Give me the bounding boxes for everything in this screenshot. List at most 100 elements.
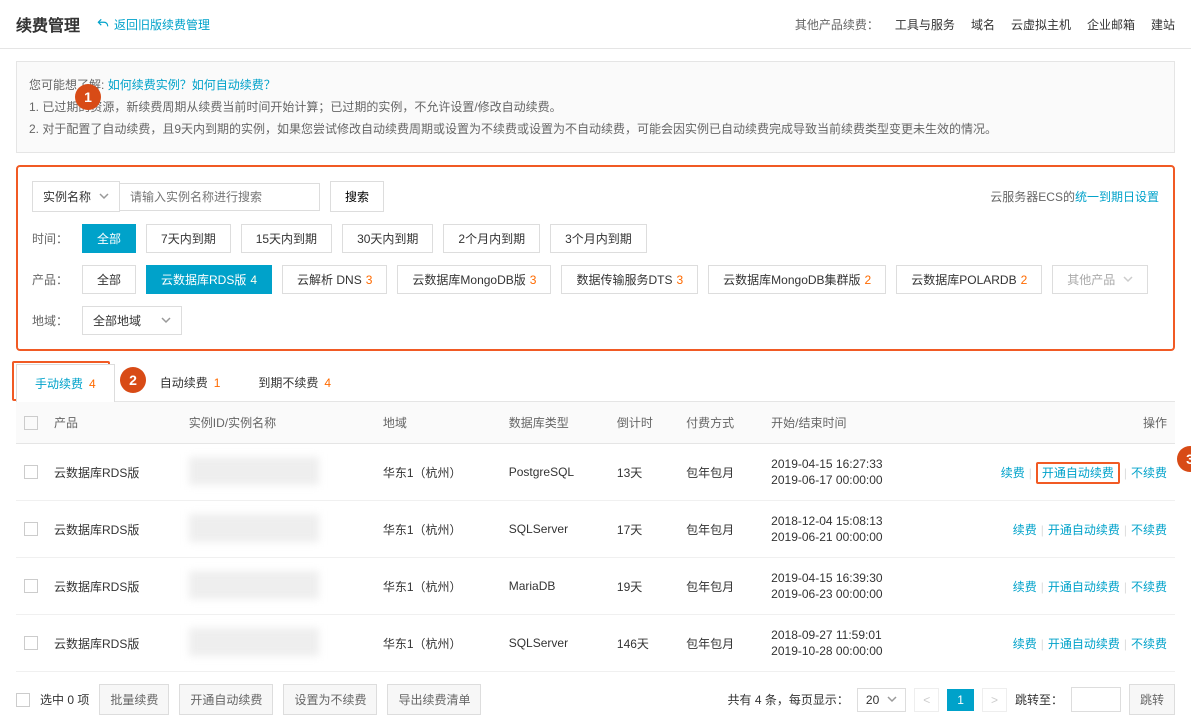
cell-instance xyxy=(181,558,375,615)
cell-payment: 包年包月 xyxy=(678,501,763,558)
step-badge-2: 2 xyxy=(120,367,146,393)
cell-region: 华东1（杭州） xyxy=(375,558,501,615)
tab-manual-renew[interactable]: 手动续费4 xyxy=(16,364,115,402)
search-button[interactable]: 搜索 xyxy=(330,181,384,212)
select-all-checkbox[interactable] xyxy=(24,416,38,430)
nav-domain[interactable]: 域名 xyxy=(971,16,995,33)
action-renew[interactable]: 续费 xyxy=(1013,523,1037,537)
product-chip-dts[interactable]: 数据传输服务DTS 3 xyxy=(561,265,698,294)
action-auto-renew[interactable]: 开通自动续费 xyxy=(1048,637,1120,651)
batch-norenew-button[interactable]: 设置为不续费 xyxy=(283,684,377,715)
chip-label: 数据传输服务DTS xyxy=(576,271,672,288)
cell-instance xyxy=(181,615,375,672)
cell-instance xyxy=(181,501,375,558)
cell-region: 华东1（杭州） xyxy=(375,501,501,558)
cell-dbtype: SQLServer xyxy=(501,501,609,558)
action-auto-renew[interactable]: 开通自动续费 xyxy=(1042,466,1114,480)
cell-action: 续费|开通自动续费|不续费 xyxy=(933,501,1175,558)
chip-label: 云解析 DNS xyxy=(297,271,362,288)
row-checkbox[interactable] xyxy=(24,636,38,650)
product-chip-other[interactable]: 其他产品 xyxy=(1052,265,1148,294)
batch-auto-button[interactable]: 开通自动续费 xyxy=(179,684,273,715)
jump-input[interactable] xyxy=(1071,687,1121,712)
step-badge-3: 3 xyxy=(1177,446,1191,472)
other-products-label: 其他产品续费： xyxy=(795,16,879,33)
page-prev[interactable]: < xyxy=(914,688,939,712)
table-row: 云数据库RDS版华东1（杭州）SQLServer146天包年包月2018-09-… xyxy=(16,615,1175,672)
action-renew[interactable]: 续费 xyxy=(1001,466,1025,480)
action-no-renew[interactable]: 不续费 xyxy=(1131,637,1167,651)
row-checkbox[interactable] xyxy=(24,579,38,593)
chip-count: 3 xyxy=(530,273,537,287)
cell-dbtype: MariaDB xyxy=(501,558,609,615)
cell-product: 云数据库RDS版 xyxy=(46,444,181,501)
tab-auto-renew[interactable]: 自动续费1 xyxy=(141,363,240,401)
tab-no-renew[interactable]: 到期不续费4 xyxy=(239,363,350,401)
nav-site[interactable]: 建站 xyxy=(1151,16,1175,33)
product-chip-mongocluster[interactable]: 云数据库MongoDB集群版2 xyxy=(708,265,886,294)
chip-label: 云数据库MongoDB版 xyxy=(412,271,525,288)
action-renew[interactable]: 续费 xyxy=(1013,580,1037,594)
time-label: 时间： xyxy=(32,230,82,247)
row-checkbox[interactable] xyxy=(24,465,38,479)
chip-count: 3 xyxy=(676,273,683,287)
export-button[interactable]: 导出续费清单 xyxy=(387,684,481,715)
cell-payment: 包年包月 xyxy=(678,615,763,672)
tab-count: 1 xyxy=(214,376,221,390)
th-action: 操作 xyxy=(933,402,1175,444)
back-link-text: 返回旧版续费管理 xyxy=(114,16,210,33)
time-chip-7d[interactable]: 7天内到期 xyxy=(146,224,231,253)
chevron-down-icon xyxy=(887,693,897,707)
time-chip-30d[interactable]: 30天内到期 xyxy=(342,224,433,253)
product-chip-rds[interactable]: 云数据库RDS版4 xyxy=(146,265,272,294)
search-type-select[interactable]: 实例名称 xyxy=(32,181,120,212)
th-countdown: 倒计时 xyxy=(609,402,678,444)
cell-time: 2019-04-15 16:39:302019-06-23 00:00:00 xyxy=(763,558,932,615)
jump-button[interactable]: 跳转 xyxy=(1129,684,1175,715)
chip-count: 3 xyxy=(366,273,373,287)
th-region: 地域 xyxy=(375,402,501,444)
product-chip-polardb[interactable]: 云数据库POLARDB2 xyxy=(896,265,1042,294)
time-chip-15d[interactable]: 15天内到期 xyxy=(241,224,332,253)
nav-mail[interactable]: 企业邮箱 xyxy=(1087,16,1135,33)
time-chip-all[interactable]: 全部 xyxy=(82,224,136,253)
action-auto-renew[interactable]: 开通自动续费 xyxy=(1048,523,1120,537)
footer-select-checkbox[interactable] xyxy=(16,693,30,707)
product-chip-dns[interactable]: 云解析 DNS 3 xyxy=(282,265,387,294)
time-chip-2m[interactable]: 2个月内到期 xyxy=(443,224,540,253)
ecs-unified-link[interactable]: 统一到期日设置 xyxy=(1075,190,1159,204)
th-instance: 实例ID/实例名称 xyxy=(181,402,375,444)
tab-label: 手动续费 xyxy=(35,375,83,392)
row-checkbox[interactable] xyxy=(24,522,38,536)
notice-link-auto[interactable]: 如何自动续费？ xyxy=(192,78,276,92)
back-link[interactable]: 返回旧版续费管理 xyxy=(96,16,210,33)
search-input[interactable] xyxy=(120,183,320,211)
selected-text: 选中 0 项 xyxy=(40,691,89,708)
action-no-renew[interactable]: 不续费 xyxy=(1131,466,1167,480)
chip-label: 其他产品 xyxy=(1067,271,1115,288)
cell-product: 云数据库RDS版 xyxy=(46,558,181,615)
page-current[interactable]: 1 xyxy=(947,689,974,711)
region-select[interactable]: 全部地域 xyxy=(82,306,182,335)
th-payment: 付费方式 xyxy=(678,402,763,444)
batch-renew-button[interactable]: 批量续费 xyxy=(99,684,169,715)
action-renew[interactable]: 续费 xyxy=(1013,637,1037,651)
page-title: 续费管理 xyxy=(16,12,80,36)
nav-tools[interactable]: 工具与服务 xyxy=(895,16,955,33)
action-auto-renew[interactable]: 开通自动续费 xyxy=(1048,580,1120,594)
product-chip-all[interactable]: 全部 xyxy=(82,265,136,294)
time-chip-3m[interactable]: 3个月内到期 xyxy=(550,224,647,253)
filter-box: 实例名称 搜索 云服务器ECS的统一到期日设置 时间： 全部 7天内到期 15天… xyxy=(16,165,1175,351)
step-badge-1: 1 xyxy=(75,84,101,110)
action-no-renew[interactable]: 不续费 xyxy=(1131,580,1167,594)
nav-vhost[interactable]: 云虚拟主机 xyxy=(1011,16,1071,33)
jump-label: 跳转至： xyxy=(1015,691,1063,708)
page-next[interactable]: > xyxy=(982,688,1007,712)
action-no-renew[interactable]: 不续费 xyxy=(1131,523,1167,537)
table-row: 云数据库RDS版华东1（杭州）MariaDB19天包年包月2019-04-15 … xyxy=(16,558,1175,615)
page-size-select[interactable]: 20 xyxy=(857,688,906,712)
region-label: 地域： xyxy=(32,312,82,329)
cell-time: 2018-09-27 11:59:012019-10-28 00:00:00 xyxy=(763,615,932,672)
notice-link-renew[interactable]: 如何续费实例？ xyxy=(108,78,192,92)
product-chip-mongo[interactable]: 云数据库MongoDB版 3 xyxy=(397,265,551,294)
